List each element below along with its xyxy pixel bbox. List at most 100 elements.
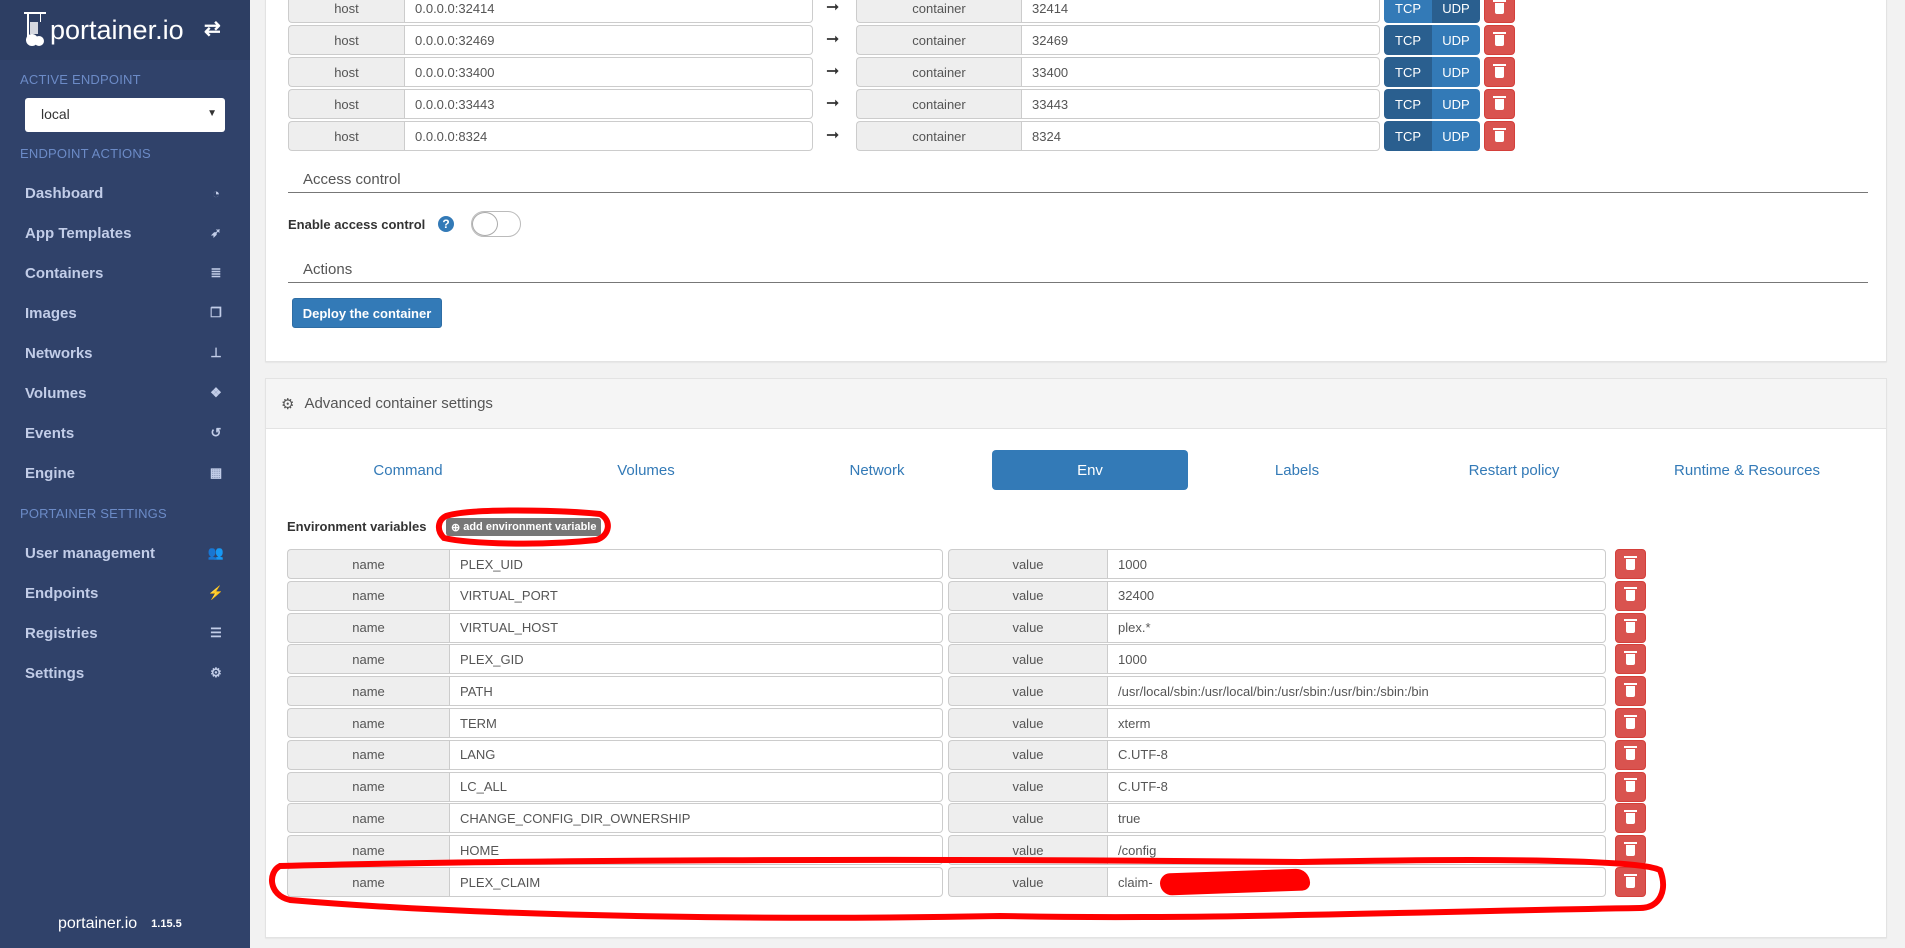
env-name-input[interactable]: LC_ALL: [449, 771, 943, 802]
name-label: name: [287, 612, 449, 643]
env-name-group: name PLEX_GID: [287, 644, 943, 675]
tab-command[interactable]: Command: [308, 450, 508, 490]
port-mapping-row: host 0.0.0.0:8324: [288, 121, 813, 151]
env-name-input[interactable]: PATH: [449, 676, 943, 707]
udp-button[interactable]: UDP: [1432, 0, 1480, 23]
sidebar-header: portainer.io ⇄: [0, 0, 250, 60]
portainer-logo[interactable]: portainer.io: [24, 8, 184, 46]
remove-port-button[interactable]: [1484, 25, 1515, 55]
sidebar-item-networks[interactable]: Networks ⊥: [0, 335, 250, 371]
env-name-input[interactable]: HOME: [449, 835, 943, 866]
tcp-button[interactable]: TCP: [1384, 121, 1432, 151]
tab-volumes[interactable]: Volumes: [546, 450, 746, 490]
remove-env-button[interactable]: [1615, 771, 1646, 802]
sidebar-item-images[interactable]: Images ❐: [0, 295, 250, 331]
endpoint-select[interactable]: local ▼: [25, 98, 225, 132]
env-value-input[interactable]: /usr/local/sbin:/usr/local/bin:/usr/sbin…: [1107, 676, 1606, 707]
container-port-input[interactable]: 32414: [1021, 0, 1380, 23]
udp-button[interactable]: UDP: [1432, 57, 1480, 87]
udp-button[interactable]: UDP: [1432, 89, 1480, 119]
arrow-right-icon: ➞: [826, 95, 840, 112]
sidebar-item-app-templates[interactable]: App Templates ➶: [0, 215, 250, 251]
env-value-input[interactable]: plex.*: [1107, 612, 1606, 643]
remove-env-button[interactable]: [1615, 644, 1646, 675]
host-port-input[interactable]: 0.0.0.0:8324: [404, 121, 813, 151]
env-value-input[interactable]: true: [1107, 803, 1606, 834]
remove-env-button[interactable]: [1615, 708, 1646, 738]
sidebar-item-dashboard[interactable]: Dashboard ◔: [0, 175, 250, 211]
remove-port-button[interactable]: [1484, 121, 1515, 151]
sidebar-item-settings[interactable]: Settings ⚙: [0, 655, 250, 691]
env-value-input[interactable]: 1000: [1107, 644, 1606, 675]
access-control-toggle[interactable]: [471, 211, 521, 237]
sidebar-item-containers[interactable]: Containers ≣: [0, 255, 250, 291]
remove-env-button[interactable]: [1615, 867, 1646, 897]
tab-labels[interactable]: Labels: [1197, 450, 1397, 490]
tab-restart-policy[interactable]: Restart policy: [1414, 450, 1614, 490]
remove-port-button[interactable]: [1484, 57, 1515, 87]
endpoint-select-value: local: [41, 106, 70, 122]
remove-env-button[interactable]: [1615, 835, 1646, 866]
remove-env-button[interactable]: [1615, 803, 1646, 834]
sidebar-item-user-management[interactable]: User management 👥: [0, 535, 250, 571]
remove-env-button[interactable]: [1615, 612, 1646, 643]
env-name-input[interactable]: VIRTUAL_PORT: [449, 580, 943, 611]
env-value-input[interactable]: xterm: [1107, 708, 1606, 738]
sidebar-item-volumes[interactable]: Volumes ❖: [0, 375, 250, 411]
sidebar-item-engine[interactable]: Engine ▦: [0, 455, 250, 491]
env-name-input[interactable]: VIRTUAL_HOST: [449, 612, 943, 643]
deploy-container-button[interactable]: Deploy the container: [292, 298, 442, 328]
host-port-input[interactable]: 0.0.0.0:32469: [404, 25, 813, 55]
host-port-input[interactable]: 0.0.0.0:33400: [404, 57, 813, 87]
env-name-group: name PLEX_UID: [287, 549, 943, 579]
name-label: name: [287, 739, 449, 770]
container-port-input[interactable]: 33400: [1021, 57, 1380, 87]
env-value-input[interactable]: /config: [1107, 835, 1606, 866]
env-name-group: name HOME: [287, 835, 943, 866]
remove-env-button[interactable]: [1615, 739, 1646, 770]
env-value-group: value true: [948, 803, 1606, 834]
remove-port-button[interactable]: [1484, 0, 1515, 23]
container-port-input[interactable]: 33443: [1021, 89, 1380, 119]
env-name-input[interactable]: CHANGE_CONFIG_DIR_OWNERSHIP: [449, 803, 943, 834]
host-port-input[interactable]: 0.0.0.0:32414: [404, 0, 813, 23]
cubes-icon: ❖: [210, 385, 222, 400]
env-name-input[interactable]: LANG: [449, 739, 943, 770]
env-name-input[interactable]: PLEX_GID: [449, 644, 943, 675]
add-environment-variable-button[interactable]: ⊕ add environment variable: [446, 518, 602, 536]
sidebar-item-endpoints[interactable]: Endpoints ⚡: [0, 575, 250, 611]
container-port-input[interactable]: 8324: [1021, 121, 1380, 151]
sidebar-item-registries[interactable]: Registries ☰: [0, 615, 250, 651]
tcp-button[interactable]: TCP: [1384, 89, 1432, 119]
host-port-input[interactable]: 0.0.0.0:33443: [404, 89, 813, 119]
tcp-button[interactable]: TCP: [1384, 0, 1432, 23]
protocol-toggle: TCP UDP: [1384, 121, 1480, 151]
toggle-sidebar-icon[interactable]: ⇄: [204, 16, 221, 41]
help-icon[interactable]: ?: [438, 216, 454, 232]
container-label: container: [856, 57, 1021, 87]
env-value-input[interactable]: 32400: [1107, 580, 1606, 611]
remove-env-button[interactable]: [1615, 549, 1646, 579]
container-config-panel: host 0.0.0.0:32414 ➞ container 32414 TCP UD…: [265, 0, 1887, 362]
sidebar-item-label: Endpoints: [25, 584, 99, 602]
remove-env-button[interactable]: [1615, 676, 1646, 707]
remove-port-button[interactable]: [1484, 89, 1515, 119]
sidebar: portainer.io ⇄ ACTIVE ENDPOINT local ▼ EN…: [0, 0, 250, 948]
env-name-input[interactable]: PLEX_UID: [449, 549, 943, 579]
remove-env-button[interactable]: [1615, 580, 1646, 611]
container-port-input[interactable]: 32469: [1021, 25, 1380, 55]
udp-button[interactable]: UDP: [1432, 121, 1480, 151]
env-value-input[interactable]: C.UTF-8: [1107, 771, 1606, 802]
tab-network[interactable]: Network: [777, 450, 977, 490]
tcp-button[interactable]: TCP: [1384, 25, 1432, 55]
portainer-settings-title: PORTAINER SETTINGS: [20, 506, 167, 521]
env-name-input[interactable]: TERM: [449, 708, 943, 738]
tcp-button[interactable]: TCP: [1384, 57, 1432, 87]
env-value-input[interactable]: C.UTF-8: [1107, 739, 1606, 770]
tab-runtime-resources[interactable]: Runtime & Resources: [1647, 450, 1847, 490]
env-value-input[interactable]: 1000: [1107, 549, 1606, 579]
tab-env[interactable]: Env: [992, 450, 1188, 490]
sidebar-item-events[interactable]: Events ↺: [0, 415, 250, 451]
udp-button[interactable]: UDP: [1432, 25, 1480, 55]
env-name-input[interactable]: PLEX_CLAIM: [449, 867, 943, 897]
